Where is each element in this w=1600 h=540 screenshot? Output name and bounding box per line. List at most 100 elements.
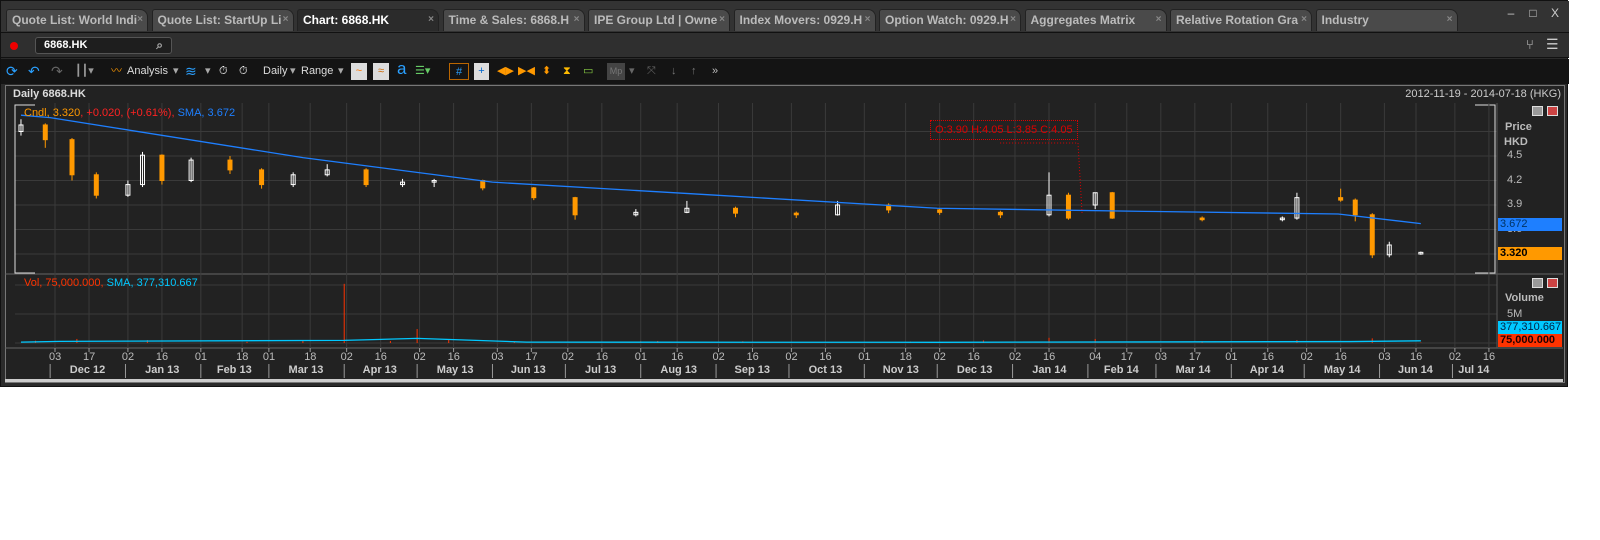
month-label: Dec 13 [956,364,993,376]
chart-plot[interactable] [0,0,1600,540]
candle-body [572,197,578,216]
legend-change-pct: (+0.61%) [126,107,172,119]
candle-body [1199,217,1205,221]
day-tick-label: 03 [49,351,62,363]
day-tick-label: 03 [491,351,504,363]
volume-sma-line [20,337,1421,343]
day-tick-label: 02 [1448,351,1462,363]
day-tick-label: 16 [967,351,980,363]
last-price-tag: 3.320 [1498,247,1562,260]
volume-axis-title: Volume [1505,292,1544,304]
month-label: Jan 14 [1032,364,1067,376]
month-label: Feb 14 [1103,364,1139,376]
day-tick-label: 16 [447,351,460,363]
month-label: Jun 13 [510,364,546,376]
day-tick-label: 16 [1410,351,1423,363]
month-label: Jul 13 [585,364,617,376]
volume-legend: Vol, 75,000.000, SMA, 377,310.667 [24,277,198,289]
price-axis-title: Price [1505,121,1532,133]
day-tick-label: 16 [671,351,684,363]
price-axis-tick: 4.2 [1507,173,1523,186]
day-tick-label: 04 [1089,351,1102,363]
month-label: Jan 13 [145,364,180,376]
day-tick-label: 02 [340,351,353,363]
legend-last-price: 3.320 [52,107,81,119]
price-axis-tick: 4.5 [1507,149,1523,161]
price-axis-currency: HKD [1504,136,1528,148]
month-label: May 14 [1323,364,1361,376]
month-label: Mar 14 [1175,364,1211,376]
day-tick-label: 16 [746,351,759,363]
month-label: Aug 13 [660,364,698,376]
day-tick-label: 01 [194,351,208,363]
horizontal-scrollbar[interactable] [5,379,1563,382]
day-tick-label: 18 [236,351,249,363]
panel-close-button[interactable] [1547,106,1558,116]
month-label: Jul 14 [1458,364,1490,376]
price-axis-tick: 3.9 [1507,198,1523,210]
day-tick-label: 01 [634,351,647,363]
candle-body [1338,197,1344,201]
day-tick-label: 02 [413,351,426,363]
candle-body [42,124,48,141]
day-tick-label: 16 [374,351,387,363]
volume-axis-tick: 5M [1507,308,1523,320]
day-tick-label: 02 [933,351,946,363]
day-tick-label: 01 [262,351,276,363]
ohlc-tooltip: O:3.90 H:4.05 L:3.85 C:4.05 [930,120,1078,140]
candle-body [93,174,99,196]
volume-sma-tag: 377,310.667 [1498,321,1562,334]
price-legend: Cndl, 3.320, +0.020, (+0.61%), SMA, 3.67… [24,107,236,119]
day-tick-label: 02 [561,351,575,363]
legend-sma-value: 3.672 [207,107,236,119]
candle-body [997,211,1003,216]
day-tick-label: 16 [155,351,169,363]
month-label: Sep 13 [734,364,770,376]
day-tick-label: 01 [858,351,871,363]
candle-body [227,159,233,171]
month-label: May 13 [436,364,474,376]
day-tick-label: 16 [1482,351,1496,363]
candle-body [1352,199,1358,216]
day-tick-label: 01 [1225,351,1238,363]
day-tick-label: 16 [1334,351,1347,363]
selection-bracket-left [14,104,35,274]
candle-body [1109,192,1115,219]
month-label: Jun 14 [1398,364,1433,376]
candle-body [69,139,75,176]
day-tick-label: 17 [1120,351,1134,363]
legend-vol-name: Vol [24,277,40,289]
legend-vol-last: 75,000.000 [45,277,101,289]
month-label: Mar 13 [288,364,324,376]
candle-body [1065,194,1071,219]
candle-body [1369,214,1375,256]
day-tick-label: 17 [83,351,96,363]
legend-series-name: Cndl [24,107,47,119]
panel-minimize-button[interactable] [1532,278,1543,288]
candle-body [793,212,799,216]
month-label: Oct 13 [808,364,843,376]
candle-body [531,187,537,199]
candle-body [937,209,943,213]
panel-close-button[interactable] [1547,278,1558,288]
day-tick-label: 17 [525,351,538,363]
month-label: Nov 13 [882,364,919,376]
month-label: Dec 12 [69,364,106,376]
legend-vol-sma-name: SMA [106,277,131,289]
day-tick-label: 18 [304,351,317,363]
day-tick-label: 03 [1378,351,1391,363]
candle-body [259,169,265,186]
day-tick-label: 18 [899,351,912,363]
day-tick-label: 16 [595,351,609,363]
day-tick-label: 02 [785,351,798,363]
day-tick-label: 02 [712,351,725,363]
candle-body [159,154,165,181]
day-tick-label: 16 [1261,351,1274,363]
day-tick-label: 17 [1188,351,1202,363]
legend-change: +0.020 [86,107,121,119]
day-tick-label: 16 [1043,351,1056,363]
panel-minimize-button[interactable] [1532,106,1543,116]
day-tick-label: 02 [121,351,135,363]
selection-bracket-right [1475,104,1496,274]
last-volume-tag: 75,000.000 [1498,334,1562,347]
